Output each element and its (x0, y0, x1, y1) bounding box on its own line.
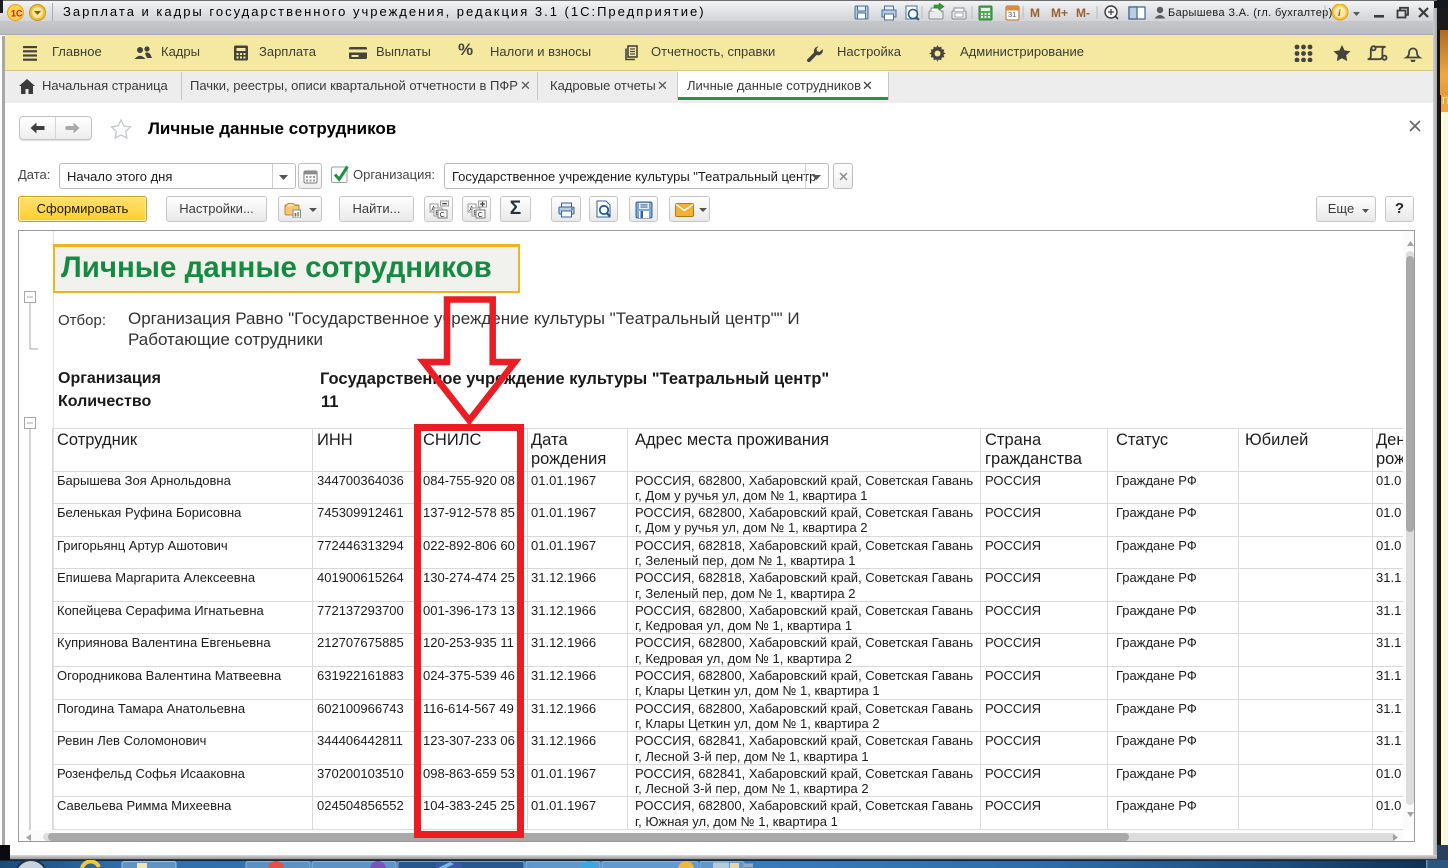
svg-text:C: C (478, 212, 483, 219)
svg-text:M: M (1030, 6, 1040, 20)
svg-text:M-: M- (1076, 6, 1090, 20)
svg-text:i: i (1338, 9, 1341, 19)
svg-text:M+: M+ (1051, 6, 1068, 20)
svg-text:Барышева З.А. (гл. бухгалтер): Барышева З.А. (гл. бухгалтер) (1168, 7, 1333, 19)
svg-text:C: C (440, 212, 445, 219)
svg-text:1С: 1С (11, 9, 23, 19)
svg-text:31: 31 (1008, 10, 1016, 19)
